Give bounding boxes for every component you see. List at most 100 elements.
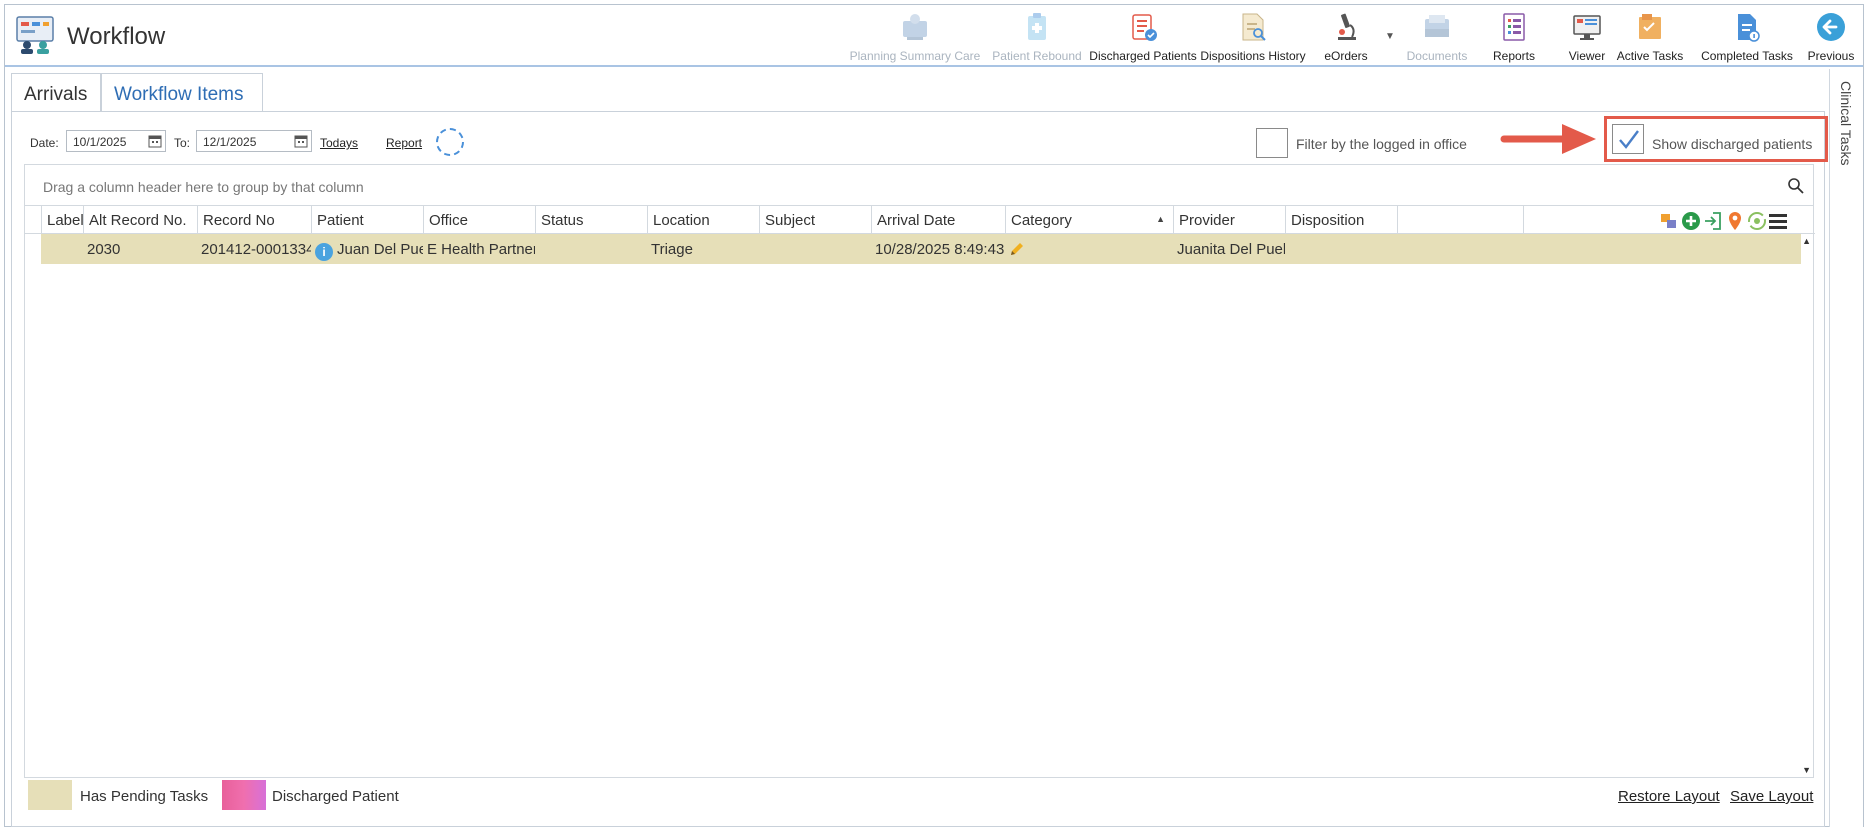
patient-info-icon[interactable]: i bbox=[315, 243, 333, 261]
arrivals-panel: Date: 10/1/2025 To: 12/1/2025 Todays Rep… bbox=[11, 111, 1828, 827]
save-layout-link[interactable]: Save Layout bbox=[1730, 788, 1813, 805]
date-label: Date: bbox=[30, 136, 59, 150]
pencil-icon[interactable] bbox=[1009, 241, 1025, 257]
cell-alt-record-no: 2030 bbox=[87, 241, 121, 258]
grid-header: Label Alt Record No. Record No Patient O… bbox=[25, 206, 1815, 234]
clinical-tasks-label: Clinical Tasks bbox=[1838, 81, 1854, 166]
completed-doc-icon bbox=[1738, 14, 1760, 42]
restore-layout-link[interactable]: Restore Layout bbox=[1618, 788, 1720, 805]
transfer-icon[interactable] bbox=[1659, 210, 1679, 232]
column-header-provider[interactable]: Provider bbox=[1173, 206, 1285, 234]
date-from-field[interactable]: 10/1/2025 bbox=[66, 130, 166, 152]
column-header-actions bbox=[1397, 206, 1523, 234]
dispositions-history-button[interactable]: Dispositions History bbox=[1199, 9, 1307, 65]
date-from-value: 10/1/2025 bbox=[73, 135, 127, 149]
cell-patient: iJuan Del Puebl bbox=[311, 234, 423, 264]
workflow-window: Workflow Planning Summary Care Patient R… bbox=[4, 4, 1864, 827]
cell-subject bbox=[759, 234, 871, 264]
pending-tasks-legend-label: Has Pending Tasks bbox=[80, 788, 209, 805]
column-header-subject[interactable]: Subject bbox=[759, 206, 871, 234]
report-link[interactable]: Report bbox=[386, 136, 422, 150]
discharged-patient-swatch bbox=[222, 780, 266, 810]
back-arrow-icon bbox=[1817, 13, 1845, 41]
document-search-icon bbox=[1242, 13, 1266, 41]
column-header-label[interactable]: Label bbox=[41, 206, 83, 234]
tasks-folder-icon bbox=[1639, 14, 1661, 39]
cell-label bbox=[41, 234, 83, 264]
search-icon[interactable] bbox=[1787, 177, 1805, 195]
eorders-dropdown-caret-icon[interactable]: ▼ bbox=[1385, 31, 1395, 42]
tab-arrivals[interactable]: Arrivals bbox=[11, 73, 101, 111]
cell-arrival-date: 10/28/2025 8:49:43 A bbox=[875, 241, 1005, 258]
column-header-location[interactable]: Location bbox=[647, 206, 759, 234]
patient-name: Juan Del Puebl bbox=[337, 241, 423, 258]
column-header-arrival-date[interactable]: Arrival Date bbox=[871, 206, 1005, 234]
column-header-status[interactable]: Status bbox=[535, 206, 647, 234]
cell-record-no: 201412-0001334 bbox=[201, 241, 311, 258]
annotation-arrow-icon bbox=[1500, 124, 1596, 154]
calendar-icon[interactable] bbox=[294, 134, 308, 148]
date-to-value: 12/1/2025 bbox=[203, 135, 257, 149]
microscope-icon bbox=[1338, 13, 1356, 40]
eorders-button[interactable]: eOrders bbox=[1309, 9, 1383, 65]
active-tasks-button[interactable]: Active Tasks bbox=[1605, 9, 1695, 65]
app-header: Workflow Planning Summary Care Patient R… bbox=[5, 5, 1863, 67]
reports-button[interactable]: Reports bbox=[1481, 9, 1547, 65]
location-pin-icon[interactable] bbox=[1725, 210, 1745, 232]
column-header-spacer bbox=[1523, 206, 1539, 234]
cell-office: E Health Partners bbox=[427, 241, 535, 258]
status-cycle-icon[interactable] bbox=[1747, 210, 1767, 232]
filter-office-label: Filter by the logged in office bbox=[1296, 136, 1467, 152]
discharged-list-icon bbox=[1132, 14, 1157, 41]
filter-bar: Date: 10/1/2025 To: 12/1/2025 Todays Rep… bbox=[12, 112, 1828, 162]
workflow-logo-icon bbox=[16, 16, 54, 54]
column-header-record-no[interactable]: Record No bbox=[197, 206, 311, 234]
column-header-office[interactable]: Office bbox=[423, 206, 535, 234]
cell-disposition bbox=[1285, 234, 1397, 264]
calendar-icon[interactable] bbox=[148, 134, 162, 148]
clinical-tasks-side-panel[interactable]: Clinical Tasks bbox=[1829, 69, 1863, 827]
column-header-patient[interactable]: Patient bbox=[311, 206, 423, 234]
planning-summary-care-button[interactable]: Planning Summary Care bbox=[847, 9, 983, 65]
scroll-up-icon[interactable]: ▲ bbox=[1802, 236, 1811, 246]
column-header-category[interactable]: Category ▲ bbox=[1005, 206, 1173, 234]
to-label: To: bbox=[174, 136, 191, 150]
add-circle-icon[interactable] bbox=[1681, 210, 1701, 232]
previous-button[interactable]: Previous bbox=[1801, 9, 1861, 65]
discharged-patients-button[interactable]: Discharged Patients bbox=[1089, 9, 1197, 65]
app-title: Workflow bbox=[67, 23, 166, 50]
column-header-alt-record-no[interactable]: Alt Record No. bbox=[83, 206, 197, 234]
planning-icon bbox=[903, 14, 927, 40]
category-header-text: Category bbox=[1011, 212, 1072, 229]
group-panel-hint: Drag a column header here to group by th… bbox=[43, 179, 364, 195]
patient-rebound-button[interactable]: Patient Rebound bbox=[987, 9, 1087, 65]
monitor-icon bbox=[1573, 15, 1601, 40]
cell-category bbox=[1005, 234, 1173, 264]
sort-ascending-icon: ▲ bbox=[1156, 214, 1165, 224]
tab-workflow-items[interactable]: Workflow Items bbox=[101, 73, 263, 111]
show-discharged-label: Show discharged patients bbox=[1652, 136, 1813, 152]
filter-office-checkbox[interactable] bbox=[1256, 128, 1288, 158]
cell-location: Triage bbox=[651, 241, 693, 258]
date-to-field[interactable]: 12/1/2025 bbox=[196, 130, 312, 152]
tray-icon bbox=[1425, 15, 1449, 37]
discharged-patient-legend-label: Discharged Patient bbox=[272, 788, 399, 805]
report-icon bbox=[1503, 13, 1525, 41]
cell-status bbox=[535, 234, 647, 264]
table-row[interactable]: 2030 201412-0001334 iJuan Del Puebl E He… bbox=[41, 234, 1801, 264]
todays-link[interactable]: Todays bbox=[320, 136, 358, 150]
scroll-down-icon[interactable]: ▼ bbox=[1802, 765, 1811, 775]
menu-icon[interactable] bbox=[1767, 210, 1789, 232]
clipboard-icon bbox=[1028, 13, 1046, 40]
row-actions bbox=[1659, 210, 1795, 232]
documents-button[interactable]: Documents bbox=[1397, 9, 1477, 65]
completed-tasks-button[interactable]: Completed Tasks bbox=[1695, 9, 1799, 65]
checkmark-icon bbox=[1619, 130, 1639, 149]
sign-in-icon[interactable] bbox=[1703, 210, 1723, 232]
show-discharged-checkbox[interactable] bbox=[1612, 124, 1644, 154]
column-header-disposition[interactable]: Disposition bbox=[1285, 206, 1397, 234]
group-by-panel[interactable]: Drag a column header here to group by th… bbox=[24, 164, 1814, 206]
refresh-spinner-icon[interactable] bbox=[436, 128, 464, 156]
pending-tasks-swatch bbox=[28, 780, 72, 810]
arrivals-grid: Label Alt Record No. Record No Patient O… bbox=[24, 206, 1815, 778]
